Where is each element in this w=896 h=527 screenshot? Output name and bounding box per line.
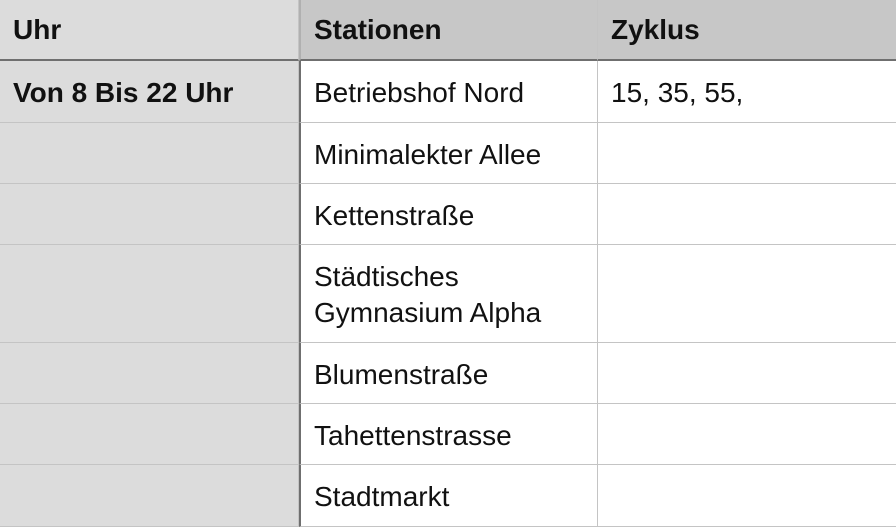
schedule-table: Uhr Stationen Zyklus Von 8 Bis 22 Uhr Be…	[0, 0, 896, 527]
time-cell-empty[interactable]	[0, 123, 299, 184]
time-cell-empty[interactable]	[0, 343, 299, 404]
station-cell-line: Städtisches	[314, 261, 459, 292]
cycle-cell-empty[interactable]	[598, 404, 896, 465]
time-cell-empty[interactable]	[0, 465, 299, 527]
station-cell-line: Gymnasium Alpha	[314, 297, 542, 328]
header-uhr: Uhr	[0, 0, 299, 61]
station-cell[interactable]: Tahettenstrasse	[299, 404, 598, 465]
time-cell-empty[interactable]	[0, 245, 299, 343]
station-cell[interactable]: Minimalekter Allee	[299, 123, 598, 184]
time-cell-empty[interactable]	[0, 184, 299, 245]
cycle-cell-empty[interactable]	[598, 184, 896, 245]
header-stationen: Stationen	[299, 0, 598, 61]
time-cell-empty[interactable]	[0, 404, 299, 465]
header-zyklus: Zyklus	[598, 0, 896, 61]
time-range-cell[interactable]: Von 8 Bis 22 Uhr	[0, 61, 299, 123]
cycle-cell-empty[interactable]	[598, 465, 896, 527]
station-cell[interactable]: Stadtmarkt	[299, 465, 598, 527]
cycle-cell-empty[interactable]	[598, 245, 896, 343]
station-cell[interactable]: Städtisches Gymnasium Alpha	[299, 245, 598, 343]
station-cell[interactable]: Blumenstraße	[299, 343, 598, 404]
cycle-cell-empty[interactable]	[598, 123, 896, 184]
cycle-cell-empty[interactable]	[598, 343, 896, 404]
station-cell[interactable]: Betriebshof Nord	[299, 61, 598, 123]
station-cell[interactable]: Kettenstraße	[299, 184, 598, 245]
cycle-cell[interactable]: 15, 35, 55,	[598, 61, 896, 123]
